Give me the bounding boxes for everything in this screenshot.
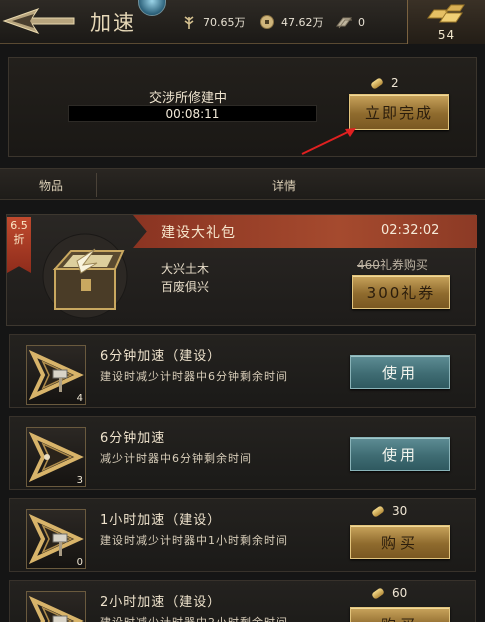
arrow-hammer-icon — [28, 595, 84, 622]
voucher-icon — [371, 504, 385, 518]
construction-label: 交涉所修建中 — [149, 91, 228, 106]
item-price-value: 30 — [392, 504, 408, 518]
buy-gift-pack-button[interactable]: 300礼券 — [352, 275, 450, 309]
column-item: 物品 — [39, 179, 64, 193]
item-desc: 建设时减少计时器中6分钟剩余时间 — [100, 370, 288, 383]
list-item: 2小时加速（建设） 建设时减少计时器中2小时剩余时间 60 购买 — [9, 580, 476, 622]
wheat-value: 70.65万 — [203, 16, 246, 29]
voucher-icon — [371, 586, 385, 600]
column-divider — [96, 173, 97, 197]
item-count: 0 — [76, 557, 83, 568]
coin-icon — [258, 13, 276, 31]
gold-ingot-icon — [427, 4, 465, 23]
gift-pack-title: 建设大礼包 — [161, 225, 236, 241]
coin-value: 47.62万 — [281, 16, 324, 29]
original-price-suffix: 礼券购买 — [379, 258, 428, 272]
item-count: 3 — [76, 475, 83, 486]
gift-pack-desc-2: 百废俱兴 — [161, 280, 210, 294]
page-title: 加速 — [90, 11, 136, 35]
iron-icon — [335, 13, 353, 31]
item-count: 4 — [76, 393, 83, 404]
use-button[interactable]: 使用 — [350, 437, 450, 471]
gift-pack-desc-1: 大兴土木 — [161, 262, 210, 276]
buy-button[interactable]: 购买 — [350, 525, 450, 559]
column-detail: 详情 — [272, 179, 297, 193]
item-name: 6分钟加速 — [100, 431, 166, 446]
item-price: 30 — [371, 504, 408, 518]
iron-value: 0 — [358, 15, 365, 29]
item-desc: 建设时减少计时器中1小时剩余时间 — [100, 534, 288, 547]
item-price: 60 — [371, 586, 408, 600]
item-name: 2小时加速（建设） — [100, 595, 222, 610]
resource-coin: 47.62万 — [258, 13, 324, 31]
complete-cost-value: 2 — [391, 76, 399, 90]
gift-pack-countdown: 02:32:02 — [381, 223, 440, 238]
item-desc: 建设时减少计时器中2小时剩余时间 — [100, 614, 288, 622]
list-item: 3 6分钟加速 减少计时器中6分钟剩余时间 使用 — [9, 416, 476, 490]
top-bar: 加速 70.65万 47.62万 0 54 — [0, 0, 485, 44]
use-button[interactable]: 使用 — [350, 355, 450, 389]
construction-panel: 交涉所修建中 00:08:11 2 立即完成 — [8, 57, 477, 157]
list-item: 0 1小时加速（建设） 建设时减少计时器中1小时剩余时间 30 购买 — [9, 498, 476, 572]
item-price-value: 60 — [392, 586, 408, 600]
voucher-icon — [370, 76, 384, 90]
table-header: 物品 详情 — [0, 168, 485, 200]
buy-button[interactable]: 购买 — [350, 607, 450, 622]
original-price: 460礼券购买 — [357, 256, 428, 273]
wheat-icon — [180, 13, 198, 31]
gem-icon — [138, 0, 166, 16]
gold-ingot-balance[interactable]: 54 — [407, 0, 485, 44]
item-name: 6分钟加速（建设） — [100, 349, 222, 364]
list-item: 4 6分钟加速（建设） 建设时减少计时器中6分钟剩余时间 使用 — [9, 334, 476, 408]
item-name: 1小时加速（建设） — [100, 513, 222, 528]
discount-number: 6.5 — [10, 219, 28, 232]
speedup-item-icon: 4 — [26, 345, 86, 405]
discount-badge: 6.5 折 — [7, 217, 31, 273]
treasure-chest-icon — [42, 233, 128, 319]
back-arrow-button[interactable] — [2, 4, 76, 38]
gold-count: 54 — [437, 28, 456, 42]
complete-cost: 2 — [370, 76, 399, 90]
complete-now-button[interactable]: 立即完成 — [349, 94, 449, 130]
resource-wheat: 70.65万 — [180, 13, 246, 31]
speedup-item-icon — [26, 591, 86, 622]
gift-pack-card: 6.5 折 建设大礼包 02:32:02 大兴土木 百废俱兴 460礼券购买 3… — [6, 214, 477, 326]
discount-unit: 折 — [13, 233, 25, 246]
speedup-item-icon: 3 — [26, 427, 86, 487]
back-arrow-icon — [2, 8, 75, 34]
construction-timer: 00:08:11 — [165, 107, 220, 121]
speedup-item-icon: 0 — [26, 509, 86, 569]
original-price-struck: 460 — [357, 258, 380, 272]
item-desc: 减少计时器中6分钟剩余时间 — [100, 452, 252, 465]
construction-timer-bar: 00:08:11 — [68, 105, 317, 122]
resource-iron: 0 — [335, 13, 365, 31]
